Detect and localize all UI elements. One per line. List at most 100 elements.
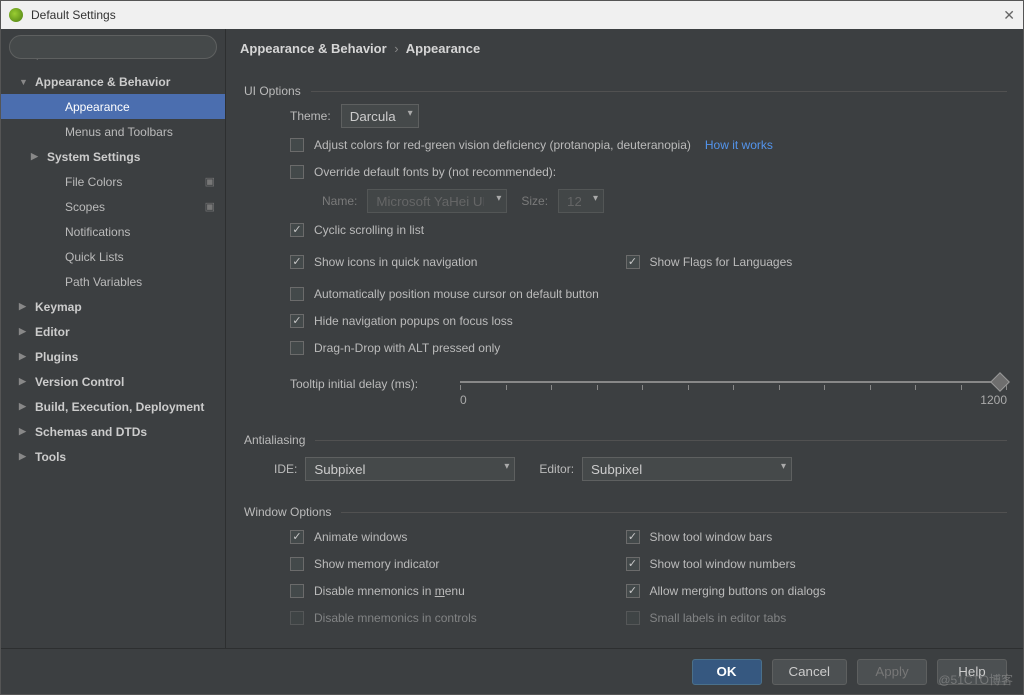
checkbox-cyclic[interactable] bbox=[290, 223, 304, 237]
checkbox-allow-merge[interactable] bbox=[626, 584, 640, 598]
checkbox-memory[interactable] bbox=[290, 557, 304, 571]
checkbox-mnemonics-controls[interactable] bbox=[290, 611, 304, 625]
titlebar: Default Settings ✕ bbox=[1, 1, 1023, 29]
app-icon bbox=[9, 8, 23, 22]
checkbox-animate[interactable] bbox=[290, 530, 304, 544]
chevron-right-icon: ▶ bbox=[31, 151, 43, 162]
theme-select[interactable]: Darcula bbox=[341, 104, 419, 128]
checkbox-auto-cursor[interactable] bbox=[290, 287, 304, 301]
aa-editor-label: Editor: bbox=[539, 462, 574, 476]
checkbox-show-bars[interactable] bbox=[626, 530, 640, 544]
chevron-right-icon: ▶ bbox=[19, 376, 31, 387]
font-size-label: Size: bbox=[521, 194, 548, 208]
row-show-icons: Show icons in quick navigation bbox=[290, 251, 626, 273]
row-allow-merge: Allow merging buttons on dialogs bbox=[626, 580, 1008, 602]
close-icon[interactable]: ✕ bbox=[1003, 7, 1015, 24]
form-area: UI Options Theme: Darcula Adjust colors … bbox=[226, 66, 1023, 648]
help-button[interactable]: Help bbox=[937, 659, 1007, 685]
font-size-select: 12 bbox=[558, 189, 604, 213]
sidebar-item-appearance-behavior[interactable]: ▼Appearance & Behavior bbox=[1, 69, 225, 94]
sidebar-item-schemas-and-dtds[interactable]: ▶ Schemas and DTDs bbox=[1, 419, 225, 444]
chevron-right-icon: ▶ bbox=[19, 426, 31, 437]
sidebar: ▼Appearance & BehaviorAppearance Menus an… bbox=[1, 29, 226, 648]
slider-max: 1200 bbox=[980, 393, 1007, 407]
sidebar-item-label: Build, Execution, Deployment bbox=[35, 400, 204, 414]
row-theme: Theme: Darcula bbox=[290, 104, 1007, 128]
link-how-it-works[interactable]: How it works bbox=[705, 138, 773, 152]
sidebar-item-label: Menus and Toolbars bbox=[65, 125, 173, 139]
settings-tree[interactable]: ▼Appearance & BehaviorAppearance Menus an… bbox=[1, 65, 225, 648]
checkbox-show-numbers[interactable] bbox=[626, 557, 640, 571]
sidebar-item-label: Schemas and DTDs bbox=[35, 425, 147, 439]
checkbox-small-labels[interactable] bbox=[626, 611, 640, 625]
sidebar-item-quick-lists[interactable]: Quick Lists bbox=[1, 244, 225, 269]
checkbox-override-fonts[interactable] bbox=[290, 165, 304, 179]
tooltip-delay-slider[interactable]: 0 1200 bbox=[460, 375, 1007, 409]
window-title: Default Settings bbox=[31, 8, 116, 22]
sidebar-item-build-execution-deployment[interactable]: ▶ Build, Execution, Deployment bbox=[1, 394, 225, 419]
checkbox-show-icons[interactable] bbox=[290, 255, 304, 269]
row-mnemonics-controls: Disable mnemonics in controls bbox=[290, 607, 626, 629]
row-font: Name: Microsoft YaHei UI Size: 12 bbox=[322, 189, 1007, 213]
sidebar-item-editor[interactable]: ▶ Editor bbox=[1, 319, 225, 344]
row-animate: Animate windows bbox=[290, 526, 626, 548]
checkbox-mnemonics-menu[interactable] bbox=[290, 584, 304, 598]
checkbox-dnd-alt[interactable] bbox=[290, 341, 304, 355]
search-input[interactable] bbox=[9, 35, 217, 59]
sidebar-item-label: Appearance & Behavior bbox=[35, 75, 170, 89]
aa-ide-label: IDE: bbox=[274, 462, 297, 476]
sidebar-item-file-colors[interactable]: File Colors▣ bbox=[1, 169, 225, 194]
row-auto-cursor: Automatically position mouse cursor on d… bbox=[290, 283, 1007, 305]
sidebar-item-tools[interactable]: ▶ Tools bbox=[1, 444, 225, 469]
font-name-label: Name: bbox=[322, 194, 357, 208]
section-antialiasing: Antialiasing bbox=[244, 433, 1007, 447]
sidebar-item-label: Quick Lists bbox=[65, 250, 124, 264]
content-panel: Appearance & Behavior › Appearance UI Op… bbox=[226, 29, 1023, 648]
row-show-flags: Show Flags for Languages bbox=[626, 251, 1008, 273]
checkbox-hide-nav[interactable] bbox=[290, 314, 304, 328]
row-override-fonts: Override default fonts by (not recommend… bbox=[290, 161, 1007, 183]
sidebar-item-menus-and-toolbars[interactable]: Menus and Toolbars bbox=[1, 119, 225, 144]
sidebar-item-system-settings[interactable]: ▶ System Settings bbox=[1, 144, 225, 169]
tag-icon: ▣ bbox=[205, 200, 215, 213]
chevron-right-icon: ▶ bbox=[19, 451, 31, 462]
breadcrumb-root: Appearance & Behavior bbox=[240, 41, 387, 56]
row-tooltip-delay: Tooltip initial delay (ms): 0 1200 bbox=[290, 375, 1007, 409]
sidebar-item-label: Plugins bbox=[35, 350, 78, 364]
row-dnd-alt: Drag-n-Drop with ALT pressed only bbox=[290, 337, 1007, 359]
sidebar-item-appearance[interactable]: Appearance bbox=[1, 94, 225, 119]
chevron-right-icon: ▶ bbox=[19, 326, 31, 337]
sidebar-item-notifications[interactable]: Notifications bbox=[1, 219, 225, 244]
checkbox-show-flags[interactable] bbox=[626, 255, 640, 269]
apply-button[interactable]: Apply bbox=[857, 659, 927, 685]
chevron-right-icon: ▶ bbox=[19, 401, 31, 412]
font-name-select: Microsoft YaHei UI bbox=[367, 189, 507, 213]
chevron-right-icon: › bbox=[394, 41, 398, 56]
sidebar-item-plugins[interactable]: ▶Plugins bbox=[1, 344, 225, 369]
sidebar-item-scopes[interactable]: Scopes ▣ bbox=[1, 194, 225, 219]
theme-label: Theme: bbox=[290, 109, 331, 123]
sidebar-item-version-control[interactable]: ▶Version Control bbox=[1, 369, 225, 394]
row-cyclic: Cyclic scrolling in list bbox=[290, 219, 1007, 241]
sidebar-item-label: Tools bbox=[35, 450, 66, 464]
sidebar-item-path-variables[interactable]: Path Variables bbox=[1, 269, 225, 294]
sidebar-item-label: Scopes bbox=[65, 200, 105, 214]
ok-button[interactable]: OK bbox=[692, 659, 762, 685]
section-ui-options: UI Options bbox=[244, 84, 1007, 98]
checkbox-adjust-colors[interactable] bbox=[290, 138, 304, 152]
sidebar-item-label: Editor bbox=[35, 325, 70, 339]
row-show-numbers: Show tool window numbers bbox=[626, 553, 1008, 575]
cancel-button[interactable]: Cancel bbox=[772, 659, 848, 685]
row-hide-nav: Hide navigation popups on focus loss bbox=[290, 310, 1007, 332]
sidebar-item-label: System Settings bbox=[47, 150, 140, 164]
breadcrumb: Appearance & Behavior › Appearance bbox=[226, 29, 1023, 66]
row-adjust-colors: Adjust colors for red-green vision defic… bbox=[290, 134, 1007, 156]
aa-ide-select[interactable]: Subpixel bbox=[305, 457, 515, 481]
sidebar-item-keymap[interactable]: ▶Keymap bbox=[1, 294, 225, 319]
dialog-footer: OK Cancel Apply Help bbox=[1, 648, 1023, 694]
sidebar-item-label: Keymap bbox=[35, 300, 82, 314]
row-small-labels: Small labels in editor tabs bbox=[626, 607, 1008, 629]
aa-editor-select[interactable]: Subpixel bbox=[582, 457, 792, 481]
row-antialiasing: IDE: Subpixel Editor: Subpixel bbox=[274, 457, 1007, 481]
row-mnemonics-menu: Disable mnemonics in menu bbox=[290, 580, 626, 602]
